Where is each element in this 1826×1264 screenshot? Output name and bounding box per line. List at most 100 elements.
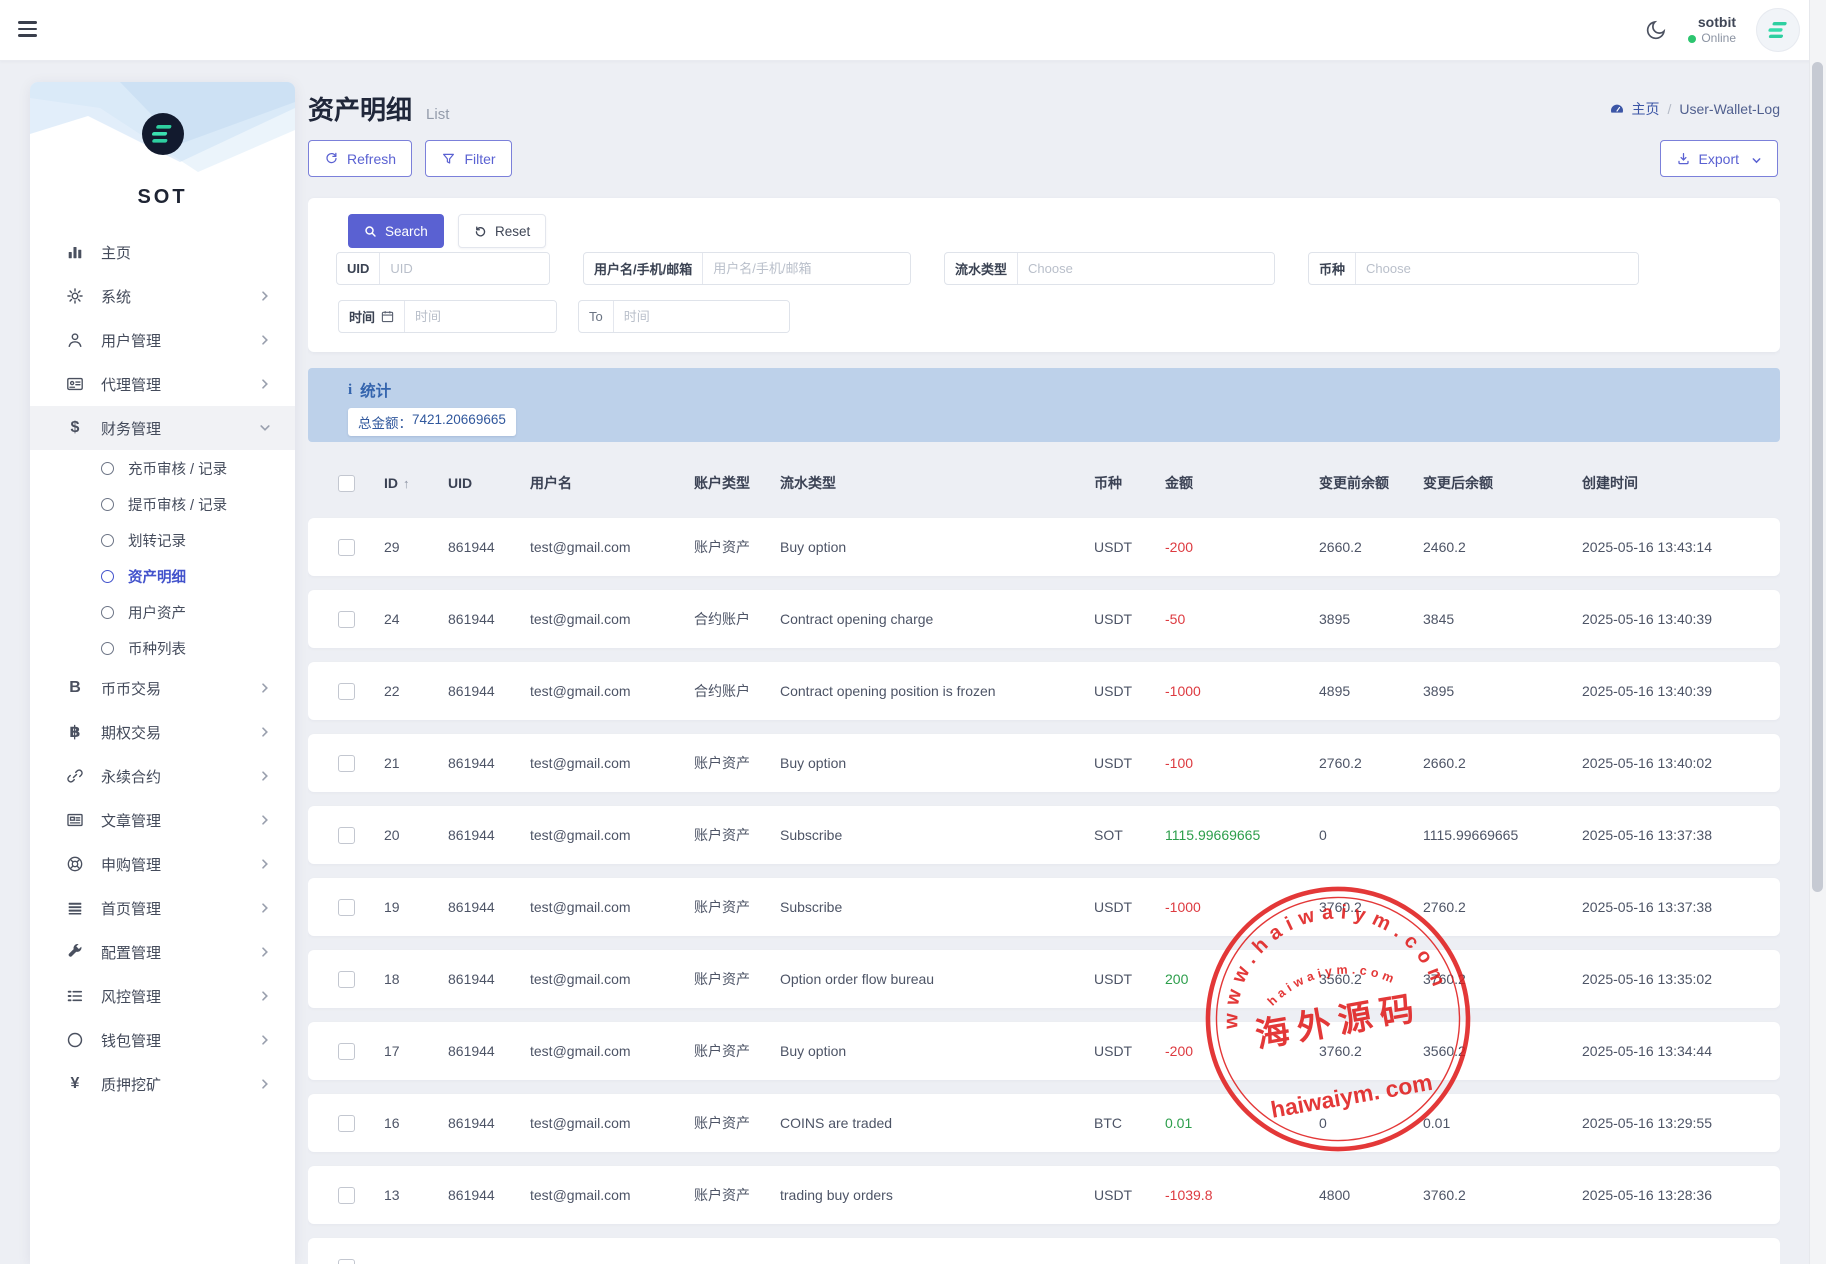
sidebar-subitem[interactable]: 划转记录 — [30, 522, 295, 558]
brand-logo-icon — [1766, 20, 1790, 40]
hamburger-menu-icon[interactable] — [18, 16, 44, 42]
cell-amount: -1000 — [1165, 899, 1319, 915]
filter-button[interactable]: Filter — [425, 140, 511, 177]
table-row: 16 861944 test@gmail.com 账户资产 COINS are … — [308, 1094, 1780, 1152]
cell-flow-type: Buy option — [780, 1043, 1094, 1059]
sidebar-item-news[interactable]: 文章管理 — [30, 798, 295, 842]
cell-account-type: 账户资产 — [694, 753, 780, 773]
sidebar-item-link[interactable]: 永续合约 — [30, 754, 295, 798]
cell-created: 2025-05-16 13:35:02 — [1582, 971, 1768, 987]
sidebar-logo-text: SOT — [30, 186, 295, 209]
column-header-account-type: 账户类型 — [694, 473, 780, 493]
users-icon — [65, 330, 85, 350]
cell-flow-type: Subscribe — [780, 827, 1094, 843]
sidebar-subitem[interactable]: 充币审核 / 记录 — [30, 450, 295, 486]
filter-funnel-icon — [441, 151, 456, 166]
chevron-right-icon — [259, 290, 271, 302]
gear-icon — [65, 286, 85, 306]
row-checkbox[interactable] — [338, 539, 355, 556]
export-button[interactable]: Export — [1660, 140, 1778, 177]
sidebar-item-users[interactable]: 用户管理 — [30, 318, 295, 362]
row-checkbox[interactable] — [338, 1259, 355, 1264]
sidebar-item-dollar[interactable]: $ 财务管理 — [30, 406, 295, 450]
cell-coin: USDT — [1094, 1187, 1165, 1203]
row-checkbox[interactable] — [338, 611, 355, 628]
time-to-field-group: To — [578, 300, 790, 333]
chevron-right-icon — [259, 990, 271, 1002]
time-from-input[interactable] — [405, 301, 556, 332]
flow-type-select[interactable] — [1018, 253, 1274, 284]
sidebar-subitem[interactable]: 币种列表 — [30, 630, 295, 666]
chevron-right-icon — [259, 902, 271, 914]
cell-balance-before: 3760.2 — [1319, 1043, 1423, 1059]
cell-flow-type: trading buy orders — [780, 1187, 1094, 1203]
chevron-down-icon — [259, 422, 271, 434]
cell-flow-type: Buy option — [780, 755, 1094, 771]
list-icon — [65, 986, 85, 1006]
row-checkbox[interactable] — [338, 683, 355, 700]
chevron-right-icon — [259, 726, 271, 738]
row-checkbox[interactable] — [338, 1115, 355, 1132]
column-header-coin: 币种 — [1094, 473, 1165, 493]
dark-mode-moon-icon[interactable] — [1644, 18, 1668, 42]
row-checkbox[interactable] — [338, 899, 355, 916]
breadcrumb-home-link[interactable]: 主页 — [1609, 99, 1659, 119]
scrollbar-thumb[interactable] — [1812, 62, 1823, 892]
column-header-flow-type: 流水类型 — [780, 473, 1094, 493]
chevron-right-icon — [259, 378, 271, 390]
vertical-scrollbar[interactable] — [1809, 0, 1826, 1264]
cell-username: test@gmail.com — [530, 1187, 694, 1203]
ring-icon — [65, 854, 85, 874]
username-input[interactable] — [703, 253, 910, 284]
avatar[interactable] — [1756, 8, 1800, 52]
sidebar-item-ring[interactable]: 申购管理 — [30, 842, 295, 886]
info-icon: i — [348, 382, 352, 399]
select-all-checkbox[interactable] — [338, 475, 355, 492]
sidebar-item-bars[interactable]: 首页管理 — [30, 886, 295, 930]
cell-id: 29 — [384, 539, 448, 555]
chevron-right-icon — [259, 682, 271, 694]
column-header-uid: UID — [448, 475, 530, 491]
sidebar-item-gear[interactable]: 系统 — [30, 274, 295, 318]
cell-id: 20 — [384, 827, 448, 843]
uid-input[interactable] — [380, 253, 549, 284]
sidebar-subitem[interactable]: 用户资产 — [30, 594, 295, 630]
sidebar-item-baht[interactable]: ฿ 期权交易 — [30, 710, 295, 754]
user-menu[interactable]: sotbit Online — [1688, 14, 1736, 47]
sidebar-item-bigb[interactable]: B 币币交易 — [30, 666, 295, 710]
calendar-icon — [381, 310, 394, 323]
cell-uid: 861944 — [448, 683, 530, 699]
refresh-button[interactable]: Refresh — [308, 140, 412, 177]
sidebar-item-circle[interactable]: 钱包管理 — [30, 1018, 295, 1062]
user-status-label: Online — [1701, 31, 1736, 46]
sidebar-item-yen[interactable]: ¥ 质押挖矿 — [30, 1062, 295, 1106]
cell-flow-type: Contract opening position is frozen — [780, 683, 1094, 699]
sidebar-item-list[interactable]: 风控管理 — [30, 974, 295, 1018]
sidebar-subitem[interactable]: 资产明细 — [30, 558, 295, 594]
row-checkbox[interactable] — [338, 1187, 355, 1204]
row-checkbox[interactable] — [338, 827, 355, 844]
cell-amount: -200 — [1165, 539, 1319, 555]
row-checkbox[interactable] — [338, 755, 355, 772]
time-to-input[interactable] — [614, 301, 789, 332]
page-subtitle: List — [426, 106, 449, 123]
table-row: 20 861944 test@gmail.com 账户资产 Subscribe … — [308, 806, 1780, 864]
search-button[interactable]: Search — [348, 214, 444, 248]
sidebar-item-chart[interactable]: 主页 — [30, 230, 295, 274]
reset-button[interactable]: Reset — [458, 214, 546, 248]
table-row: 18 861944 test@gmail.com 账户资产 Option ord… — [308, 950, 1780, 1008]
row-checkbox[interactable] — [338, 1043, 355, 1060]
cell-username: test@gmail.com — [530, 827, 694, 843]
row-checkbox[interactable] — [338, 971, 355, 988]
sidebar-subitem[interactable]: 提币审核 / 记录 — [30, 486, 295, 522]
table-row: 29 861944 test@gmail.com 账户资产 Buy option… — [308, 518, 1780, 576]
chevron-right-icon — [259, 1078, 271, 1090]
table-row: 13 861944 test@gmail.com 账户资产 trading bu… — [308, 1166, 1780, 1224]
cell-id: 18 — [384, 971, 448, 987]
sidebar-item-wrench[interactable]: 配置管理 — [30, 930, 295, 974]
sidebar-item-idcard[interactable]: 代理管理 — [30, 362, 295, 406]
coin-select[interactable] — [1356, 253, 1638, 284]
column-header-id[interactable]: ID ↑ — [384, 475, 448, 491]
search-panel: Search Reset UID 用户名/手机/邮箱 流水类型 币种 — [308, 198, 1780, 352]
cell-flow-type: Contract opening charge — [780, 611, 1094, 627]
